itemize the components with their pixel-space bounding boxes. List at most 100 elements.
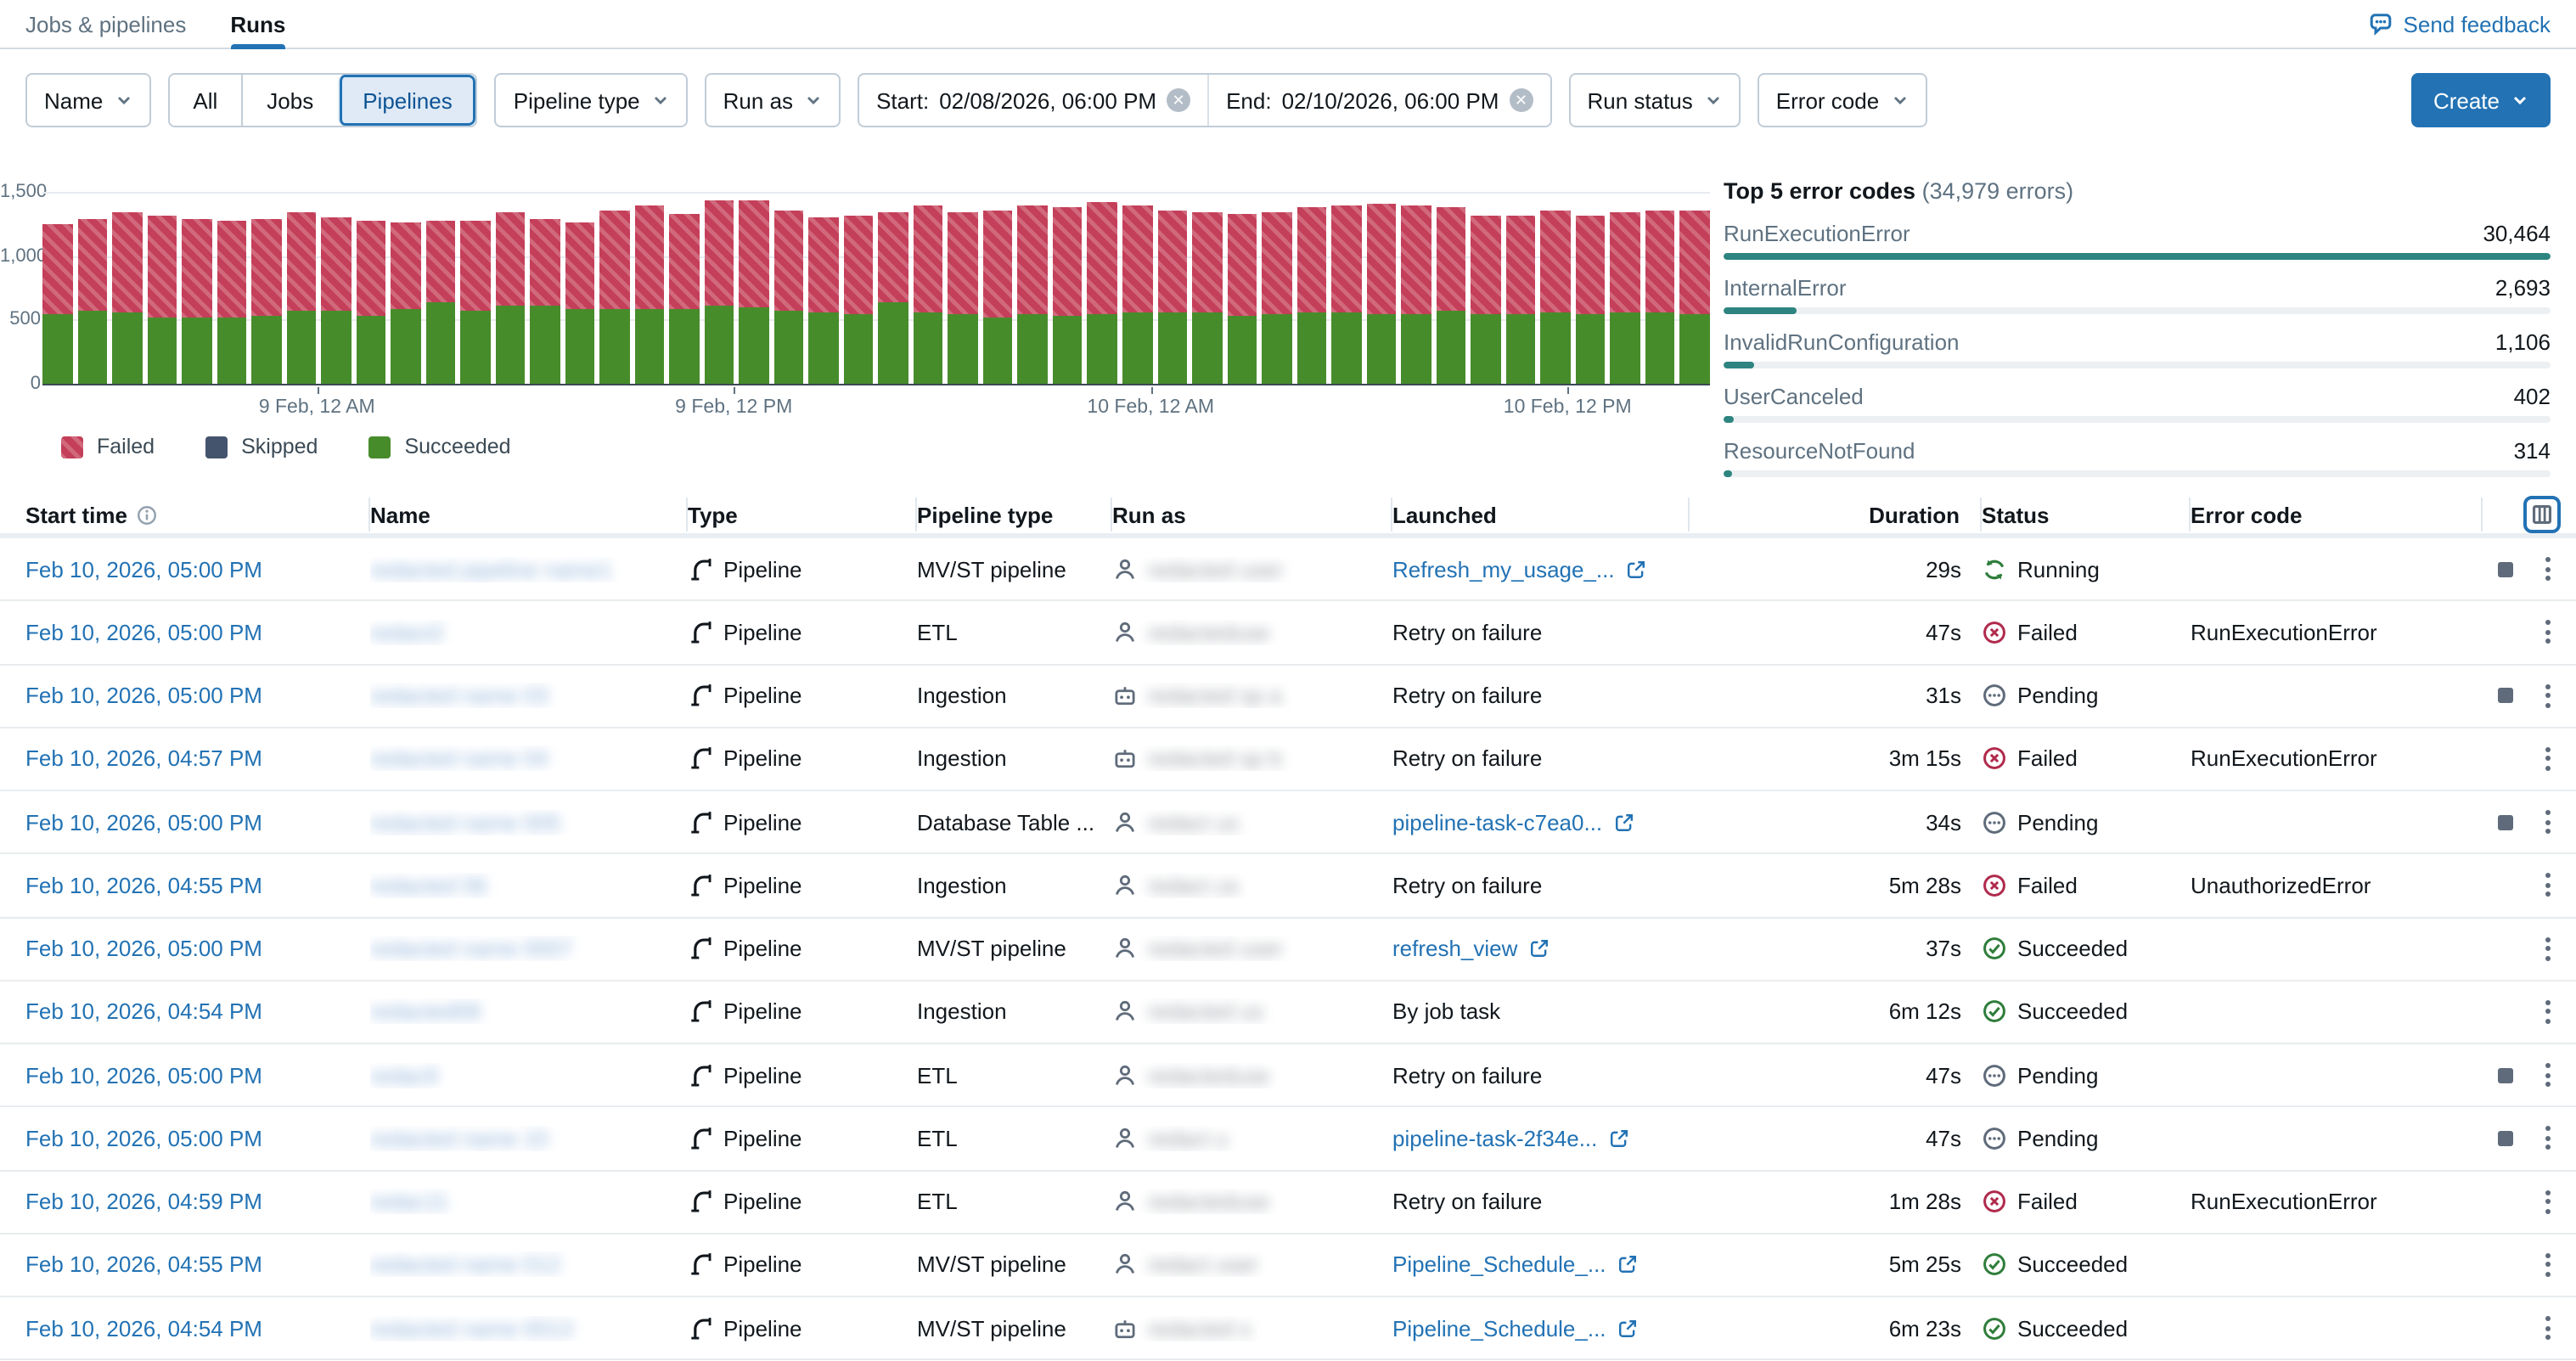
tab-jobs-and-pipelines[interactable]: Jobs & pipelines	[25, 0, 186, 48]
chart-bar[interactable]	[1262, 192, 1291, 384]
chart-bar[interactable]	[914, 192, 943, 384]
table-row[interactable]: Feb 10, 2026, 04:54 PMredacted08Pipeline…	[0, 981, 2576, 1045]
clear-start-date-icon[interactable]: ✕	[1167, 88, 1190, 112]
kebab-menu-icon[interactable]	[2534, 1186, 2561, 1217]
kebab-menu-icon[interactable]	[2534, 1250, 2561, 1280]
error-code-row[interactable]: UserCanceled402	[1724, 384, 2551, 423]
header-duration[interactable]: Duration	[1690, 498, 1982, 531]
kebab-menu-icon[interactable]	[2534, 997, 2561, 1027]
chart-bar[interactable]	[1540, 192, 1570, 384]
chart-bar[interactable]	[740, 192, 769, 384]
table-row[interactable]: Feb 10, 2026, 05:00 PMredact2PipelineETL…	[0, 602, 2576, 666]
run-name-redacted[interactable]: redacted name 012	[370, 1252, 560, 1278]
table-row[interactable]: Feb 10, 2026, 05:00 PMredacted name 10Pi…	[0, 1108, 2576, 1172]
chart-bar[interactable]	[1157, 192, 1187, 384]
run-start-time-link[interactable]: Feb 10, 2026, 04:54 PM	[25, 999, 262, 1025]
run-start-time-link[interactable]: Feb 10, 2026, 04:57 PM	[25, 746, 262, 772]
header-type[interactable]: Type	[688, 498, 917, 531]
run-start-time-link[interactable]: Feb 10, 2026, 05:00 PM	[25, 936, 262, 961]
table-row[interactable]: Feb 10, 2026, 05:00 PMredac9PipelineETLr…	[0, 1044, 2576, 1108]
run-name-redacted[interactable]: redacted08	[370, 999, 481, 1025]
chart-bar[interactable]	[1053, 192, 1083, 384]
error-code-row[interactable]: InvalidRunConfiguration1,106	[1724, 329, 2551, 368]
table-row[interactable]: Feb 10, 2026, 05:00 PM redacted name 0007…	[0, 918, 2576, 981]
chart-bar[interactable]	[147, 192, 177, 384]
header-name[interactable]: Name	[370, 498, 688, 531]
run-start-time-link[interactable]: Feb 10, 2026, 05:00 PM	[25, 556, 262, 582]
chart-bar[interactable]	[460, 192, 490, 384]
chart-bar[interactable]	[600, 192, 630, 384]
chart-bar[interactable]	[530, 192, 560, 384]
chart-bar[interactable]	[635, 192, 665, 384]
table-row[interactable]: Feb 10, 2026, 05:00 PMredacted name 03Pi…	[0, 665, 2576, 728]
chart-bar[interactable]	[1331, 192, 1361, 384]
run-as-filter-dropdown[interactable]: Run as	[705, 73, 841, 127]
chart-bar[interactable]	[391, 192, 420, 384]
chart-bar[interactable]	[1505, 192, 1535, 384]
chart-bar[interactable]	[251, 192, 281, 384]
kebab-menu-icon[interactable]	[2534, 1060, 2561, 1090]
kebab-menu-icon[interactable]	[2534, 807, 2561, 837]
run-name-redacted[interactable]: redacted name 04	[370, 746, 548, 772]
kebab-menu-icon[interactable]	[2534, 680, 2561, 711]
table-row[interactable]: Feb 10, 2026, 04:57 PMredacted name 04Pi…	[0, 728, 2576, 792]
chart-bar[interactable]	[1575, 192, 1605, 384]
create-button[interactable]: Create	[2411, 73, 2551, 127]
stop-run-icon[interactable]	[2498, 1067, 2513, 1083]
chart-bar[interactable]	[321, 192, 351, 384]
stop-run-icon[interactable]	[2498, 561, 2513, 576]
chart-bar[interactable]	[42, 192, 72, 384]
chart-bar[interactable]	[1192, 192, 1222, 384]
run-name-redacted[interactable]: redacted pipeline name1	[370, 556, 612, 582]
kebab-menu-icon[interactable]	[2534, 744, 2561, 774]
chart-bar[interactable]	[495, 192, 525, 384]
chart-bar[interactable]	[182, 192, 211, 384]
run-name-redacted[interactable]: redacted name 0007	[370, 936, 573, 961]
run-start-time-link[interactable]: Feb 10, 2026, 05:00 PM	[25, 809, 262, 835]
header-pipeline-type[interactable]: Pipeline type	[917, 498, 1112, 531]
chart-bar[interactable]	[983, 192, 1013, 384]
chart-bar[interactable]	[425, 192, 455, 384]
chart-bar[interactable]	[1227, 192, 1257, 384]
chart-bar[interactable]	[844, 192, 874, 384]
kebab-menu-icon[interactable]	[2534, 617, 2561, 648]
run-start-time-link[interactable]: Feb 10, 2026, 04:55 PM	[25, 1252, 262, 1278]
send-feedback-link[interactable]: Send feedback	[2368, 10, 2551, 37]
run-start-time-link[interactable]: Feb 10, 2026, 05:00 PM	[25, 620, 262, 645]
kebab-menu-icon[interactable]	[2534, 1313, 2561, 1343]
run-name-redacted[interactable]: redacted name 10	[370, 1126, 548, 1151]
run-start-time-link[interactable]: Feb 10, 2026, 04:59 PM	[25, 1189, 262, 1214]
run-status-filter-dropdown[interactable]: Run status	[1568, 73, 1740, 127]
segment-jobs[interactable]: Jobs	[241, 75, 337, 126]
chart-bar[interactable]	[705, 192, 734, 384]
launched-by-link[interactable]: pipeline-task-c7ea0...	[1392, 809, 1602, 835]
error-code-filter-dropdown[interactable]: Error code	[1758, 73, 1926, 127]
launched-by-link[interactable]: pipeline-task-2f34e...	[1392, 1126, 1597, 1151]
segment-all[interactable]: All	[169, 75, 241, 126]
stop-run-icon[interactable]	[2498, 688, 2513, 703]
run-name-redacted[interactable]: redacted 06	[370, 873, 487, 898]
end-date-field[interactable]: End: 02/10/2026, 06:00 PM ✕	[1207, 75, 1550, 126]
chart-bar[interactable]	[1679, 192, 1709, 384]
chart-bar[interactable]	[1610, 192, 1640, 384]
table-row[interactable]: Feb 10, 2026, 04:55 PMredacted 06Pipelin…	[0, 855, 2576, 919]
header-launched[interactable]: Launched	[1392, 498, 1690, 531]
chart-bar[interactable]	[774, 192, 804, 384]
chart-bar[interactable]	[1645, 192, 1674, 384]
chart-bar[interactable]	[1401, 192, 1431, 384]
run-start-time-link[interactable]: Feb 10, 2026, 04:55 PM	[25, 873, 262, 898]
table-row[interactable]: Feb 10, 2026, 04:54 PMredacted name 0013…	[0, 1297, 2576, 1361]
chart-bar[interactable]	[948, 192, 978, 384]
kebab-menu-icon[interactable]	[2534, 554, 2561, 584]
run-start-time-link[interactable]: Feb 10, 2026, 04:54 PM	[25, 1315, 262, 1341]
table-row[interactable]: Feb 10, 2026, 04:55 PMredacted name 012P…	[0, 1234, 2576, 1298]
run-start-time-link[interactable]: Feb 10, 2026, 05:00 PM	[25, 1126, 262, 1151]
chart-bar[interactable]	[286, 192, 316, 384]
table-row[interactable]: Feb 10, 2026, 05:00 PMredacted name 005P…	[0, 791, 2576, 855]
chart-bar[interactable]	[565, 192, 594, 384]
chart-bar[interactable]	[356, 192, 385, 384]
chart-bar[interactable]	[1471, 192, 1500, 384]
chart-bar[interactable]	[1366, 192, 1396, 384]
chart-bar[interactable]	[879, 192, 908, 384]
column-settings-icon[interactable]	[2523, 496, 2561, 533]
